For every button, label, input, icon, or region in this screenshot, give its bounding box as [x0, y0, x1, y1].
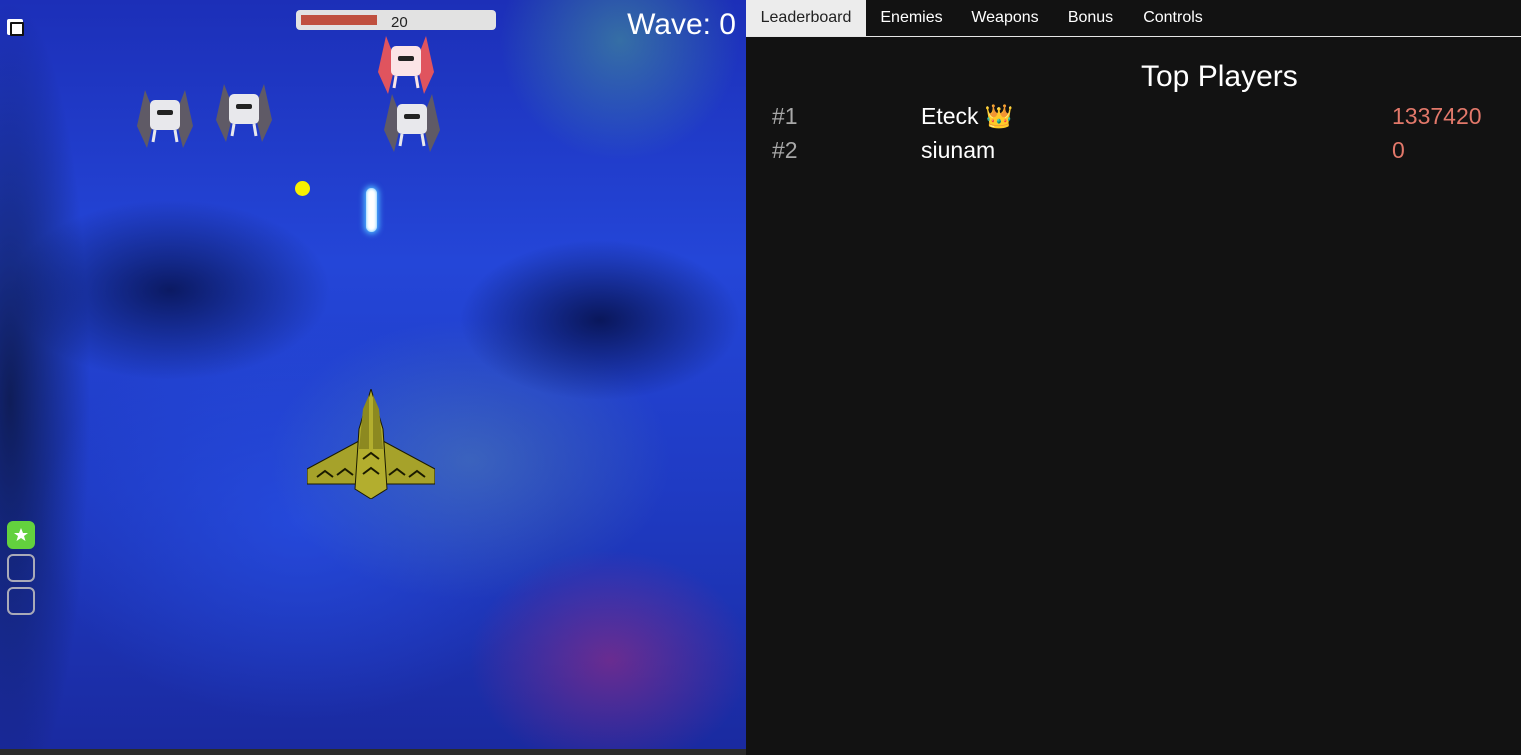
health-value: 20 — [391, 14, 408, 31]
powerup-slot-3 — [7, 587, 35, 615]
enemy-fighter-icon — [384, 94, 440, 152]
fullscreen-icon[interactable] — [7, 19, 24, 36]
player-name: Eteck — [921, 103, 979, 129]
tab-leaderboard[interactable]: Leaderboard — [746, 0, 866, 36]
tab-bonus[interactable]: Bonus — [1053, 0, 1128, 36]
player-name-cell: Eteck 👑 — [921, 103, 1014, 130]
game-canvas[interactable]: 20 Wave: 0 — [0, 0, 746, 749]
tab-bar: Leaderboard Enemies Weapons Bonus Contro… — [746, 0, 1521, 37]
game-bottom-bar — [0, 749, 746, 755]
tab-weapons[interactable]: Weapons — [957, 0, 1053, 36]
wave-counter: Wave: 0 — [627, 8, 736, 41]
enemy-fighter-icon — [216, 84, 272, 142]
player-rank: #2 — [772, 137, 798, 163]
player-laser — [366, 188, 377, 232]
enemy-fighter-red-icon — [378, 36, 434, 94]
health-bar-fill — [301, 15, 377, 25]
powerup-slot-2 — [7, 554, 35, 582]
info-panel: Leaderboard Enemies Weapons Bonus Contro… — [746, 0, 1521, 755]
crown-icon: 👑 — [984, 103, 1014, 129]
player-score: 1337420 — [1392, 103, 1482, 129]
player-ship-icon — [307, 389, 435, 499]
enemy-bullet — [295, 181, 310, 196]
tab-controls[interactable]: Controls — [1128, 0, 1218, 36]
powerup-slot-1 — [7, 521, 35, 549]
leaderboard-row: #2 siunam 0 — [746, 137, 1521, 169]
leaderboard-row: #1 Eteck 👑 1337420 — [746, 103, 1521, 135]
enemy-fighter-icon — [137, 90, 193, 148]
tab-enemies[interactable]: Enemies — [866, 0, 957, 36]
health-bar: 20 — [296, 10, 496, 31]
star-icon — [14, 528, 28, 541]
player-score: 0 — [1392, 137, 1405, 163]
leaderboard-title: Top Players — [1141, 60, 1298, 93]
player-rank: #1 — [772, 103, 798, 129]
player-name: siunam — [921, 137, 996, 163]
